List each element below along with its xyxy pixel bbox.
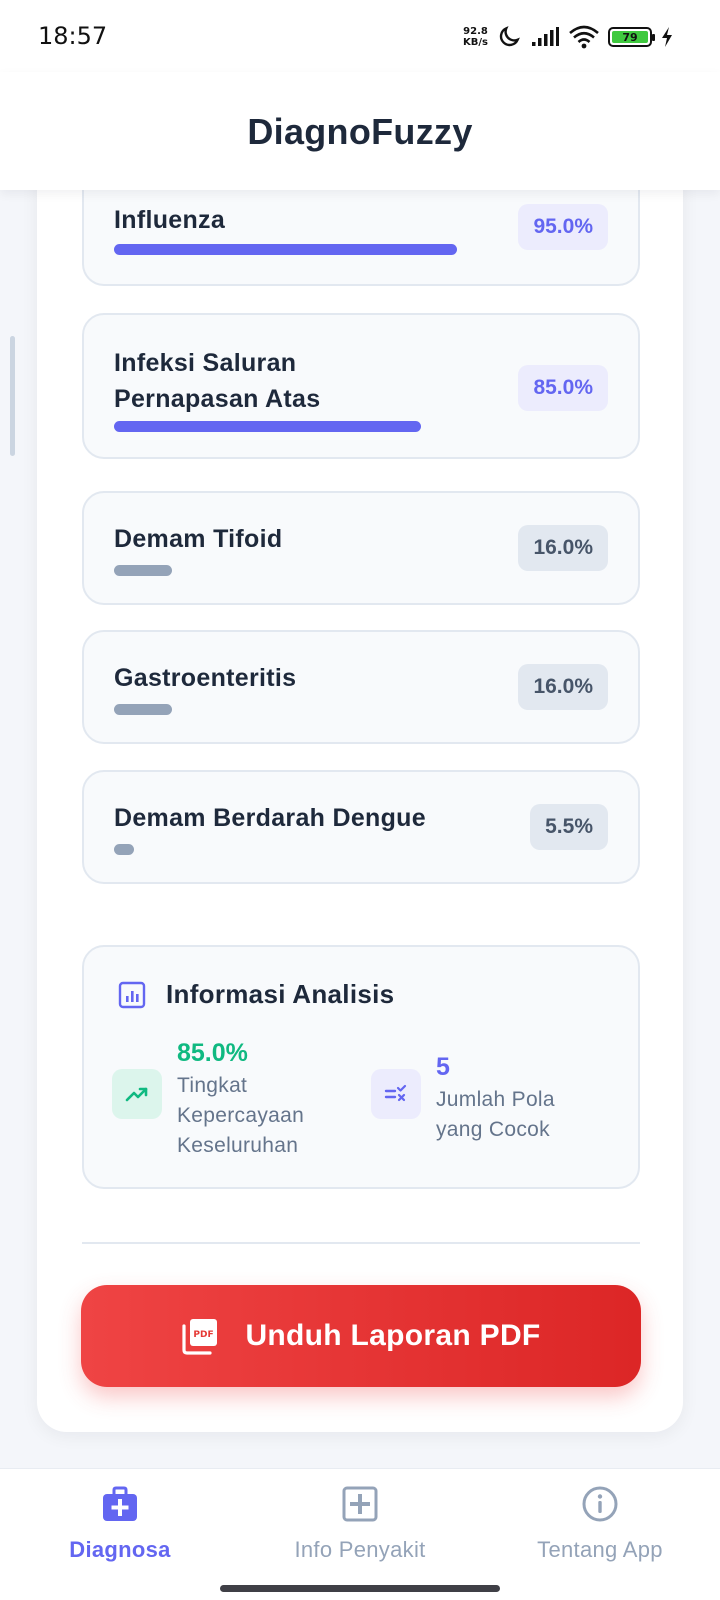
result-bar bbox=[114, 565, 172, 576]
result-percent-badge: 16.0% bbox=[518, 525, 608, 571]
result-item: Demam Berdarah Dengue 5.5% bbox=[82, 770, 640, 884]
trending-up-icon bbox=[112, 1069, 162, 1119]
results-card: Influenza 95.0% Infeksi Saluran Pernapas… bbox=[37, 150, 683, 1432]
result-name: Infeksi Saluran Pernapasan Atas bbox=[114, 349, 321, 413]
result-name: Influenza bbox=[114, 206, 226, 234]
result-bar bbox=[114, 421, 421, 432]
download-pdf-button[interactable]: PDF Unduh Laporan PDF bbox=[81, 1285, 641, 1387]
confidence-label: Tingkat Kepercayaan Keseluruhan bbox=[177, 1074, 305, 1157]
medical-plus-icon bbox=[342, 1486, 378, 1522]
net-speed-value: 92.8 bbox=[463, 26, 488, 37]
result-percent-badge: 95.0% bbox=[518, 204, 608, 250]
charging-icon bbox=[662, 27, 672, 47]
divider bbox=[82, 1242, 640, 1244]
net-speed-unit: KB/s bbox=[463, 37, 488, 48]
result-percent-badge: 5.5% bbox=[530, 804, 608, 850]
analytics-icon bbox=[118, 981, 146, 1009]
battery-level: 79 bbox=[612, 31, 648, 44]
app-title: DiagnoFuzzy bbox=[247, 111, 473, 152]
info-title: Informasi Analisis bbox=[166, 979, 395, 1009]
pdf-icon: PDF bbox=[182, 1319, 218, 1355]
result-bar bbox=[114, 704, 172, 715]
nav-label: Tentang App bbox=[537, 1537, 663, 1562]
result-bar bbox=[114, 244, 457, 255]
svg-text:PDF: PDF bbox=[194, 1330, 214, 1340]
patterns-label: Jumlah Pola yang Cocok bbox=[436, 1088, 555, 1141]
pdf-button-label: Unduh Laporan PDF bbox=[245, 1319, 541, 1352]
result-bar bbox=[114, 844, 134, 855]
result-name: Gastroenteritis bbox=[114, 664, 297, 692]
nav-item-tentang-app[interactable]: Tentang App bbox=[480, 1485, 720, 1575]
scroll-indicator[interactable] bbox=[10, 336, 15, 456]
result-item: Infeksi Saluran Pernapasan Atas 85.0% bbox=[82, 313, 640, 459]
bottom-navigation: Diagnosa Info Penyakit Tentang App bbox=[0, 1468, 720, 1600]
result-item: Gastroenteritis 16.0% bbox=[82, 630, 640, 744]
checklist-icon bbox=[371, 1069, 421, 1119]
nav-label: Diagnosa bbox=[69, 1537, 171, 1562]
status-time: 18:57 bbox=[38, 22, 108, 50]
result-percent-badge: 85.0% bbox=[518, 365, 608, 411]
patterns-value: 5 bbox=[436, 1053, 450, 1081]
signal-icon bbox=[532, 27, 559, 46]
confidence-value: 85.0% bbox=[177, 1039, 248, 1067]
result-item: Influenza 95.0% bbox=[82, 180, 640, 286]
result-name: Demam Tifoid bbox=[114, 525, 283, 553]
wifi-icon bbox=[569, 25, 599, 49]
result-item: Demam Tifoid 16.0% bbox=[82, 491, 640, 605]
app-bar: DiagnoFuzzy bbox=[0, 72, 720, 190]
battery-icon: 79 bbox=[608, 27, 655, 47]
nav-item-info-penyakit[interactable]: Info Penyakit bbox=[240, 1485, 480, 1575]
moon-icon bbox=[499, 26, 520, 47]
status-bar: 18:57 92.8 KB/s 79 bbox=[0, 0, 720, 72]
analysis-info-box: Informasi Analisis 85.0% Tingkat Keperca… bbox=[82, 945, 640, 1189]
status-icons: 92.8 KB/s 79 bbox=[463, 22, 674, 52]
result-percent-badge: 16.0% bbox=[518, 664, 608, 710]
nav-label: Info Penyakit bbox=[294, 1537, 426, 1562]
info-icon bbox=[582, 1486, 618, 1522]
medical-kit-icon bbox=[103, 1486, 137, 1521]
home-indicator[interactable] bbox=[220, 1585, 500, 1592]
result-name: Demam Berdarah Dengue bbox=[114, 804, 426, 832]
nav-item-diagnosa[interactable]: Diagnosa bbox=[0, 1485, 240, 1575]
net-speed: 92.8 KB/s bbox=[463, 26, 488, 48]
